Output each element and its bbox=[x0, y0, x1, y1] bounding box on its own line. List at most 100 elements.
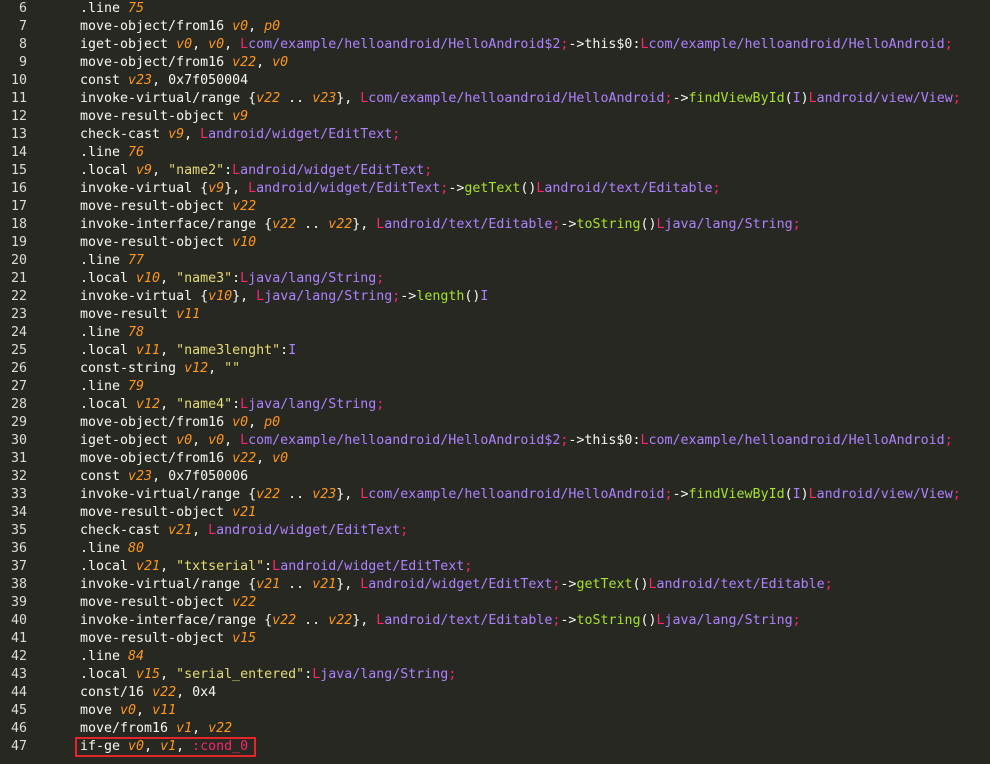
code-editor[interactable]: 6 .line 75 7 move-object/from16 v0, p0 8 iget… bbox=[0, 0, 990, 764]
code-token: .local bbox=[80, 559, 137, 574]
code-line[interactable]: 36 .line 80 bbox=[0, 540, 990, 558]
code-line[interactable]: 13 check-cast v9, Landroid/widget/EditTex… bbox=[0, 126, 990, 144]
code-text[interactable]: move-object/from16 v22, v0 bbox=[80, 54, 990, 72]
code-text[interactable]: .local v12, "name4":Ljava/lang/String; bbox=[80, 396, 990, 414]
code-text[interactable]: .local v9, "name2":Landroid/widget/EditT… bbox=[80, 162, 990, 180]
code-line[interactable]: 33 invoke-virtual/range {v22 .. v23}, Lco… bbox=[0, 486, 990, 504]
code-text[interactable]: check-cast v21, Landroid/widget/EditText… bbox=[80, 522, 990, 540]
code-text[interactable]: .local v11, "name3lenght":I bbox=[80, 342, 990, 360]
code-token: , bbox=[152, 73, 169, 88]
code-text[interactable]: .line 79 bbox=[80, 378, 990, 396]
code-line[interactable]: 38 invoke-virtual/range {v21 .. v21}, Lan… bbox=[0, 576, 990, 594]
code-line[interactable]: 15 .local v9, "name2":Landroid/widget/Edi… bbox=[0, 162, 990, 180]
code-text[interactable]: move v0, v11 bbox=[80, 702, 990, 720]
code-token: }, bbox=[224, 181, 249, 196]
code-text[interactable]: const v23, 0x7f050004 bbox=[80, 72, 990, 90]
code-text[interactable]: move/from16 v1, v22 bbox=[80, 720, 990, 738]
code-line[interactable]: 21 .local v10, "name3":Ljava/lang/String; bbox=[0, 270, 990, 288]
code-text[interactable]: move-result-object v9 bbox=[80, 108, 990, 126]
code-text[interactable]: iget-object v0, v0, Lcom/example/helloan… bbox=[80, 432, 990, 450]
code-text[interactable]: move-object/from16 v0, p0 bbox=[80, 18, 990, 36]
code-text[interactable]: check-cast v9, Landroid/widget/EditText; bbox=[80, 126, 990, 144]
code-line[interactable]: 9 move-object/from16 v22, v0 bbox=[0, 54, 990, 72]
code-token: 77 bbox=[128, 253, 145, 268]
code-line[interactable]: 39 move-result-object v22 bbox=[0, 594, 990, 612]
code-token: .line bbox=[80, 1, 129, 16]
code-text[interactable]: .local v10, "name3":Ljava/lang/String; bbox=[80, 270, 990, 288]
line-number: 6 bbox=[18, 1, 27, 16]
code-line[interactable]: 12 move-result-object v9 bbox=[0, 108, 990, 126]
code-text[interactable]: .line 80 bbox=[80, 540, 990, 558]
code-text[interactable]: move-result v11 bbox=[80, 306, 990, 324]
code-line[interactable]: 29 move-object/from16 v0, p0 bbox=[0, 414, 990, 432]
code-line[interactable]: 16 invoke-virtual {v9}, Landroid/widget/E… bbox=[0, 180, 990, 198]
code-text[interactable]: move-result-object v15 bbox=[80, 630, 990, 648]
code-token: , bbox=[160, 559, 177, 574]
code-text[interactable]: invoke-virtual {v10}, Ljava/lang/String;… bbox=[80, 288, 990, 306]
code-text[interactable]: invoke-virtual/range {v22 .. v23}, Lcom/… bbox=[80, 486, 990, 504]
code-line[interactable]: 18 invoke-interface/range {v22 .. v22}, L… bbox=[0, 216, 990, 234]
code-line[interactable]: 35 check-cast v21, Landroid/widget/EditTe… bbox=[0, 522, 990, 540]
code-line[interactable]: 37 .local v21, "txtserial":Landroid/widge… bbox=[0, 558, 990, 576]
code-token: v0 bbox=[128, 739, 145, 754]
code-text[interactable]: move-result-object v22 bbox=[80, 198, 990, 216]
code-text[interactable]: move-result-object v10 bbox=[80, 234, 990, 252]
code-line[interactable]: 7 move-object/from16 v0, p0 bbox=[0, 18, 990, 36]
code-line[interactable]: 22 invoke-virtual {v10}, Ljava/lang/Strin… bbox=[0, 288, 990, 306]
code-line[interactable]: 14 .line 76 bbox=[0, 144, 990, 162]
line-number: 37 bbox=[10, 559, 27, 574]
code-text[interactable]: const/16 v22, 0x4 bbox=[80, 684, 990, 702]
code-text[interactable]: .local v21, "txtserial":Landroid/widget/… bbox=[80, 558, 990, 576]
code-line[interactable]: 41 move-result-object v15 bbox=[0, 630, 990, 648]
code-token: move-result bbox=[80, 307, 177, 322]
code-token: v22 bbox=[232, 199, 257, 214]
code-line[interactable]: 43 .local v15, "serial_entered":Ljava/lan… bbox=[0, 666, 990, 684]
code-line[interactable]: 23 move-result v11 bbox=[0, 306, 990, 324]
code-text[interactable]: invoke-virtual/range {v21 .. v21}, Landr… bbox=[80, 576, 990, 594]
code-line[interactable]: 26 const-string v12, "" bbox=[0, 360, 990, 378]
code-line[interactable]: 31 move-object/from16 v22, v0 bbox=[0, 450, 990, 468]
code-text[interactable]: const-string v12, "" bbox=[80, 360, 990, 378]
code-text[interactable]: invoke-interface/range {v22 .. v22}, Lan… bbox=[80, 216, 990, 234]
code-text[interactable]: .line 75 bbox=[80, 0, 990, 18]
code-line[interactable]: 20 .line 77 bbox=[0, 252, 990, 270]
code-line[interactable]: 28 .local v12, "name4":Ljava/lang/String; bbox=[0, 396, 990, 414]
code-line[interactable]: 10 const v23, 0x7f050004 bbox=[0, 72, 990, 90]
code-line[interactable]: 45 move v0, v11 bbox=[0, 702, 990, 720]
code-line[interactable]: 6 .line 75 bbox=[0, 0, 990, 18]
code-text[interactable]: if-ge v0, v1, :cond_0 bbox=[80, 738, 990, 756]
code-text[interactable]: move-object/from16 v22, v0 bbox=[80, 450, 990, 468]
code-text[interactable]: invoke-virtual/range {v22 .. v23}, Lcom/… bbox=[80, 90, 990, 108]
code-text[interactable]: .line 76 bbox=[80, 144, 990, 162]
code-text[interactable]: invoke-interface/range {v22 .. v22}, Lan… bbox=[80, 612, 990, 630]
code-text[interactable]: move-result-object v22 bbox=[80, 594, 990, 612]
code-line[interactable]: 34 move-result-object v21 bbox=[0, 504, 990, 522]
code-line[interactable]: 8 iget-object v0, v0, Lcom/example/helloa… bbox=[0, 36, 990, 54]
code-token: , bbox=[136, 703, 153, 718]
code-line[interactable]: 46 move/from16 v1, v22 bbox=[0, 720, 990, 738]
code-text[interactable]: iget-object v0, v0, Lcom/example/helloan… bbox=[80, 36, 990, 54]
code-token: : bbox=[232, 397, 241, 412]
code-text[interactable]: .line 77 bbox=[80, 252, 990, 270]
code-token: ; bbox=[792, 613, 801, 628]
code-text[interactable]: const v23, 0x7f050006 bbox=[80, 468, 990, 486]
code-line[interactable]: 47 if-ge v0, v1, :cond_0 bbox=[0, 738, 990, 756]
code-line[interactable]: 27 .line 79 bbox=[0, 378, 990, 396]
code-text[interactable]: move-object/from16 v0, p0 bbox=[80, 414, 990, 432]
code-line[interactable]: 30 iget-object v0, v0, Lcom/example/hello… bbox=[0, 432, 990, 450]
code-text[interactable]: .local v15, "serial_entered":Ljava/lang/… bbox=[80, 666, 990, 684]
code-text[interactable]: invoke-virtual {v9}, Landroid/widget/Edi… bbox=[80, 180, 990, 198]
code-line[interactable]: 17 move-result-object v22 bbox=[0, 198, 990, 216]
code-line[interactable]: 40 invoke-interface/range {v22 .. v22}, L… bbox=[0, 612, 990, 630]
code-line[interactable]: 44 const/16 v22, 0x4 bbox=[0, 684, 990, 702]
code-text[interactable]: move-result-object v21 bbox=[80, 504, 990, 522]
code-line[interactable]: 19 move-result-object v10 bbox=[0, 234, 990, 252]
code-line[interactable]: 32 const v23, 0x7f050006 bbox=[0, 468, 990, 486]
code-line[interactable]: 42 .line 84 bbox=[0, 648, 990, 666]
code-line[interactable]: 11 invoke-virtual/range {v22 .. v23}, Lco… bbox=[0, 90, 990, 108]
code-line[interactable]: 24 .line 78 bbox=[0, 324, 990, 342]
code-text[interactable]: .line 84 bbox=[80, 648, 990, 666]
code-line[interactable]: 25 .local v11, "name3lenght":I bbox=[0, 342, 990, 360]
code-text[interactable]: .line 78 bbox=[80, 324, 990, 342]
code-token: v9 bbox=[232, 109, 249, 124]
